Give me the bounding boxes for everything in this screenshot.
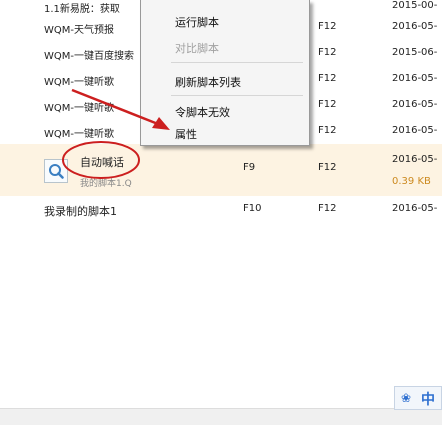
menu-item-refresh-list[interactable]: 刷新脚本列表 — [175, 74, 241, 90]
row-hotkey-stop: F12 — [318, 47, 337, 58]
row-name: WQM-天气预报 — [44, 25, 114, 36]
row-name: WQM-一键听歌 — [44, 77, 114, 88]
row-hotkey-stop: F12 — [318, 73, 337, 84]
paw-icon: ❀ — [401, 391, 412, 405]
row-date: 2016-05- — [392, 73, 438, 84]
row-date: 2016-05- — [392, 154, 438, 165]
menu-item-disable-script[interactable]: 令脚本无效 — [175, 104, 230, 120]
row-hotkey-stop: F12 — [318, 99, 337, 110]
menu-item-compare-script[interactable]: 对比脚本 — [175, 40, 219, 56]
row-name: WQM-一键百度搜索 — [44, 51, 134, 62]
row-hotkey-stop: F12 — [318, 203, 337, 214]
row-name: 1.1新易脱：获取 — [44, 4, 120, 15]
row-date: 2015-00- — [392, 0, 438, 11]
ime-indicator[interactable]: ❀ 中 — [394, 386, 442, 410]
row-script-path: 我的脚本1.Q — [80, 179, 132, 189]
row-name: WQM-一键听歌 — [44, 103, 114, 114]
menu-item-properties[interactable]: 属性 — [175, 126, 197, 142]
row-name: 我录制的脚本1 — [44, 205, 117, 218]
menu-separator — [171, 95, 303, 96]
row-date: 2016-05- — [392, 125, 438, 136]
row-hotkey-start: F10 — [243, 203, 262, 214]
row-file-size: 0.39 KB — [392, 176, 431, 187]
row-name: 自动喊话 — [80, 156, 124, 169]
row-hotkey-stop: F12 — [318, 21, 337, 32]
row-hotkey-start: F9 — [243, 162, 256, 173]
row-date: 2016-05- — [392, 21, 438, 32]
script-icon — [44, 159, 68, 183]
row-hotkey-stop: F12 — [318, 125, 337, 136]
row-name: WQM-一键听歌 — [44, 129, 114, 140]
row-date: 2015-06- — [392, 47, 438, 58]
table-row-selected[interactable]: 自动喊话 我的脚本1.Q F9 F12 2016-05- 0.39 KB — [0, 144, 442, 196]
table-row[interactable]: 我录制的脚本1 F10 F12 2016-05- — [0, 196, 442, 222]
row-hotkey-stop: F12 — [318, 162, 337, 173]
ime-language-label: 中 — [421, 392, 435, 408]
row-date: 2016-05- — [392, 99, 438, 110]
menu-item-run-script[interactable]: 运行脚本 — [175, 14, 219, 30]
menu-separator — [171, 62, 303, 63]
horizontal-scrollbar[interactable] — [0, 408, 442, 425]
context-menu: 运行脚本 对比脚本 刷新脚本列表 令脚本无效 属性 — [140, 0, 310, 146]
row-date: 2016-05- — [392, 203, 438, 214]
